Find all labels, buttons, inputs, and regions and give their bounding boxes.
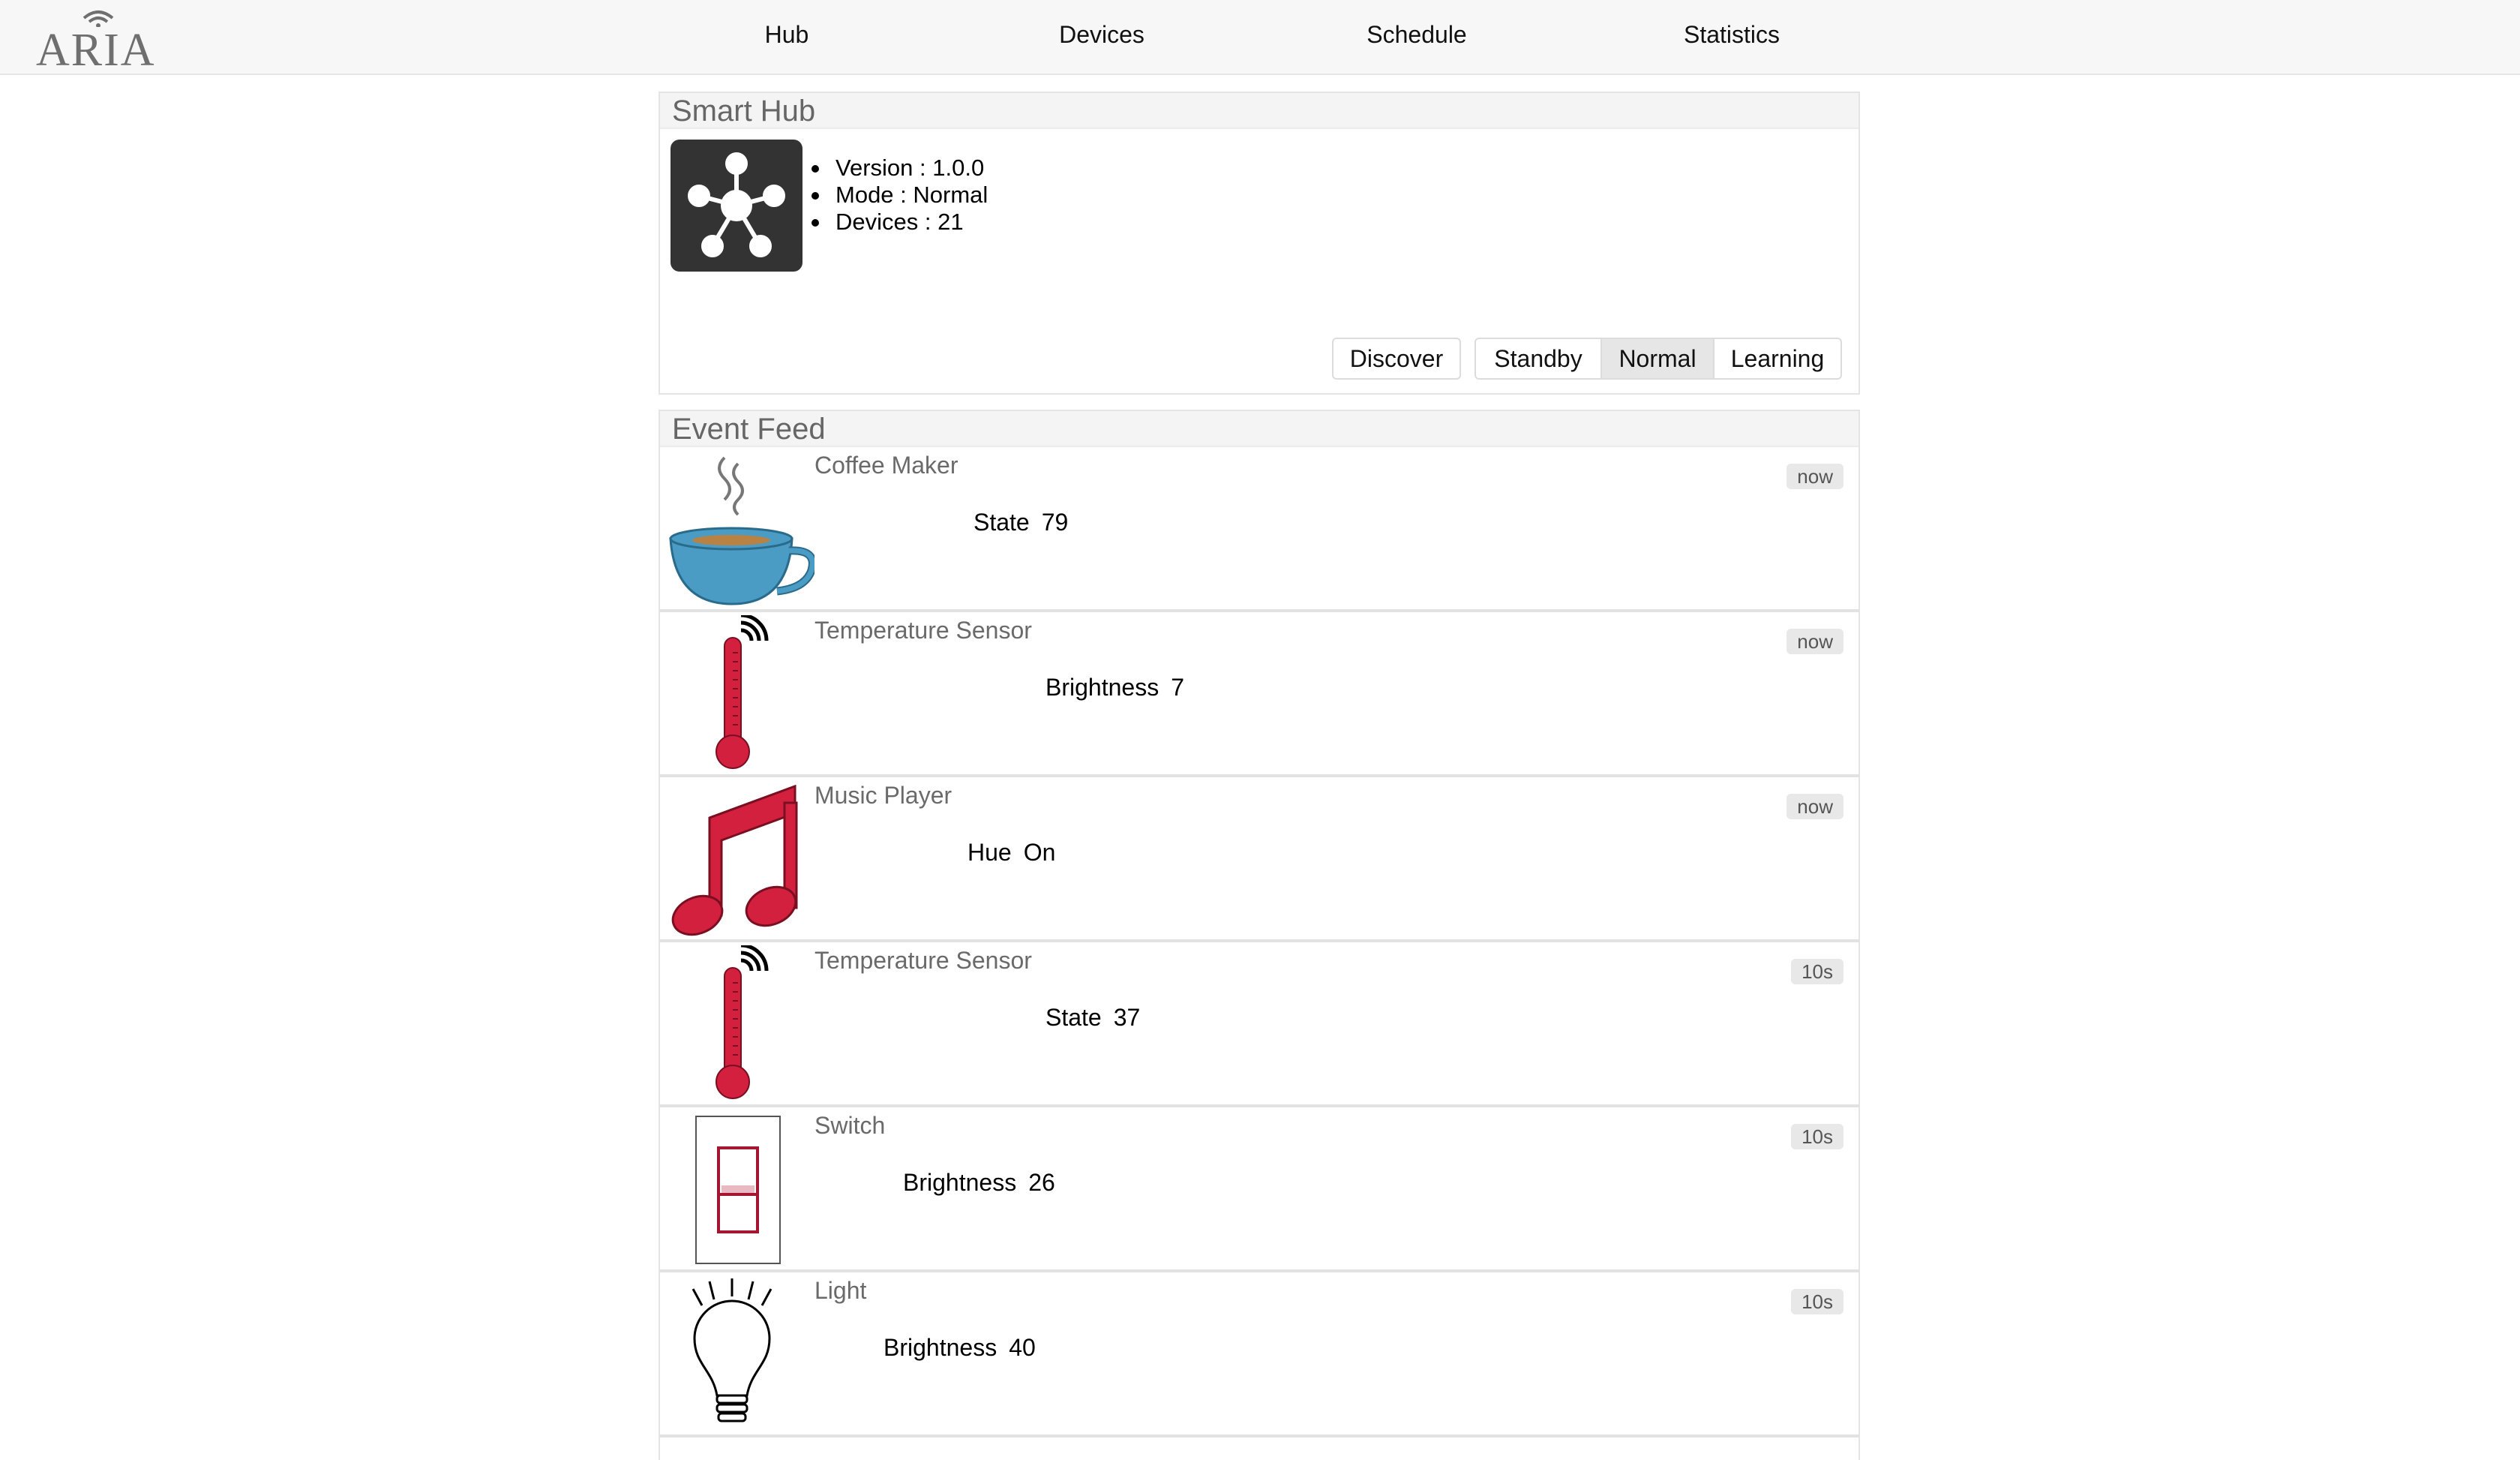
device-name: Temperature Sensor — [814, 617, 1032, 644]
aria-logo[interactable]: ARIA — [33, 5, 154, 74]
time-badge: 10s — [1791, 959, 1844, 984]
hub-info-list: Version : 1.0.0 Mode : Normal Devices : … — [811, 155, 988, 236]
event-feed-panel: Event Feed Coffee Maker State 79 now Tem… — [658, 410, 1860, 1460]
event-property: Brightness 7 — [1046, 674, 1184, 701]
smart-hub-panel: Smart Hub Version : 1.0.0 Mode : Normal … — [658, 92, 1860, 395]
music-note-icon — [664, 780, 814, 938]
hub-network-icon — [670, 140, 802, 272]
property-value: 79 — [1041, 509, 1069, 536]
property-value: 7 — [1171, 674, 1184, 701]
hub-mode: Mode : Normal — [811, 182, 988, 208]
property-name: Hue — [968, 839, 1012, 866]
normal-button[interactable]: Normal — [1600, 338, 1714, 380]
event-property: Brightness 26 — [903, 1169, 1055, 1197]
event-property: State 79 — [974, 509, 1068, 536]
property-value: 37 — [1113, 1004, 1141, 1031]
event-item[interactable]: Temperature Sensor State 37 10s — [660, 942, 1858, 1107]
event-item[interactable]: Coffee Maker State 79 now — [660, 447, 1858, 612]
discover-button[interactable]: Discover — [1332, 338, 1461, 380]
thermometer-icon — [664, 943, 814, 1103]
nav-devices[interactable]: Devices — [1059, 21, 1144, 49]
event-item[interactable]: Music Player Hue On now — [660, 777, 1858, 942]
event-item[interactable]: Light Brightness 40 10s — [660, 1272, 1858, 1437]
property-name: State — [974, 509, 1030, 536]
learning-button[interactable]: Learning — [1713, 338, 1842, 380]
nav-statistics[interactable]: Statistics — [1684, 21, 1780, 49]
property-value: On — [1023, 839, 1056, 866]
event-item[interactable]: Switch Brightness 26 10s — [660, 1107, 1858, 1272]
event-item[interactable]: Temperature Sensor Brightness 7 now — [660, 612, 1858, 777]
thermometer-icon — [664, 613, 814, 773]
nav-schedule[interactable]: Schedule — [1366, 21, 1466, 49]
event-list: Coffee Maker State 79 now Temperature Se… — [660, 447, 1858, 1437]
device-name: Coffee Maker — [814, 452, 958, 479]
time-badge: now — [1786, 794, 1844, 819]
standby-button[interactable]: Standby — [1474, 338, 1602, 380]
time-badge: 10s — [1791, 1124, 1844, 1149]
top-navbar: ARIA Hub Devices Schedule Statistics — [0, 0, 2520, 75]
light-bulb-icon — [664, 1275, 814, 1433]
wifi-icon — [82, 11, 114, 27]
hub-version: Version : 1.0.0 — [811, 155, 988, 182]
logo-text: ARIA — [36, 25, 156, 76]
event-property: Hue On — [968, 839, 1055, 867]
property-name: Brightness — [1046, 674, 1160, 701]
nav-hub[interactable]: Hub — [765, 21, 809, 49]
switch-icon — [664, 1110, 814, 1268]
property-value: 26 — [1028, 1169, 1055, 1196]
coffee-icon — [664, 450, 817, 608]
device-name: Temperature Sensor — [814, 947, 1032, 974]
event-property: Brightness 40 — [884, 1334, 1036, 1362]
property-name: Brightness — [884, 1334, 998, 1361]
time-badge: 10s — [1791, 1289, 1844, 1314]
time-badge: now — [1786, 629, 1844, 654]
device-name: Music Player — [814, 782, 952, 809]
device-name: Switch — [814, 1112, 886, 1139]
event-property: State 37 — [1046, 1004, 1140, 1032]
device-name: Light — [814, 1277, 867, 1304]
smart-hub-title: Smart Hub — [660, 93, 1858, 129]
event-feed-title: Event Feed — [660, 411, 1858, 447]
property-name: State — [1046, 1004, 1102, 1031]
property-name: Brightness — [903, 1169, 1017, 1196]
hub-device-count: Devices : 21 — [811, 209, 988, 236]
property-value: 40 — [1009, 1334, 1036, 1361]
time-badge: now — [1786, 464, 1844, 489]
